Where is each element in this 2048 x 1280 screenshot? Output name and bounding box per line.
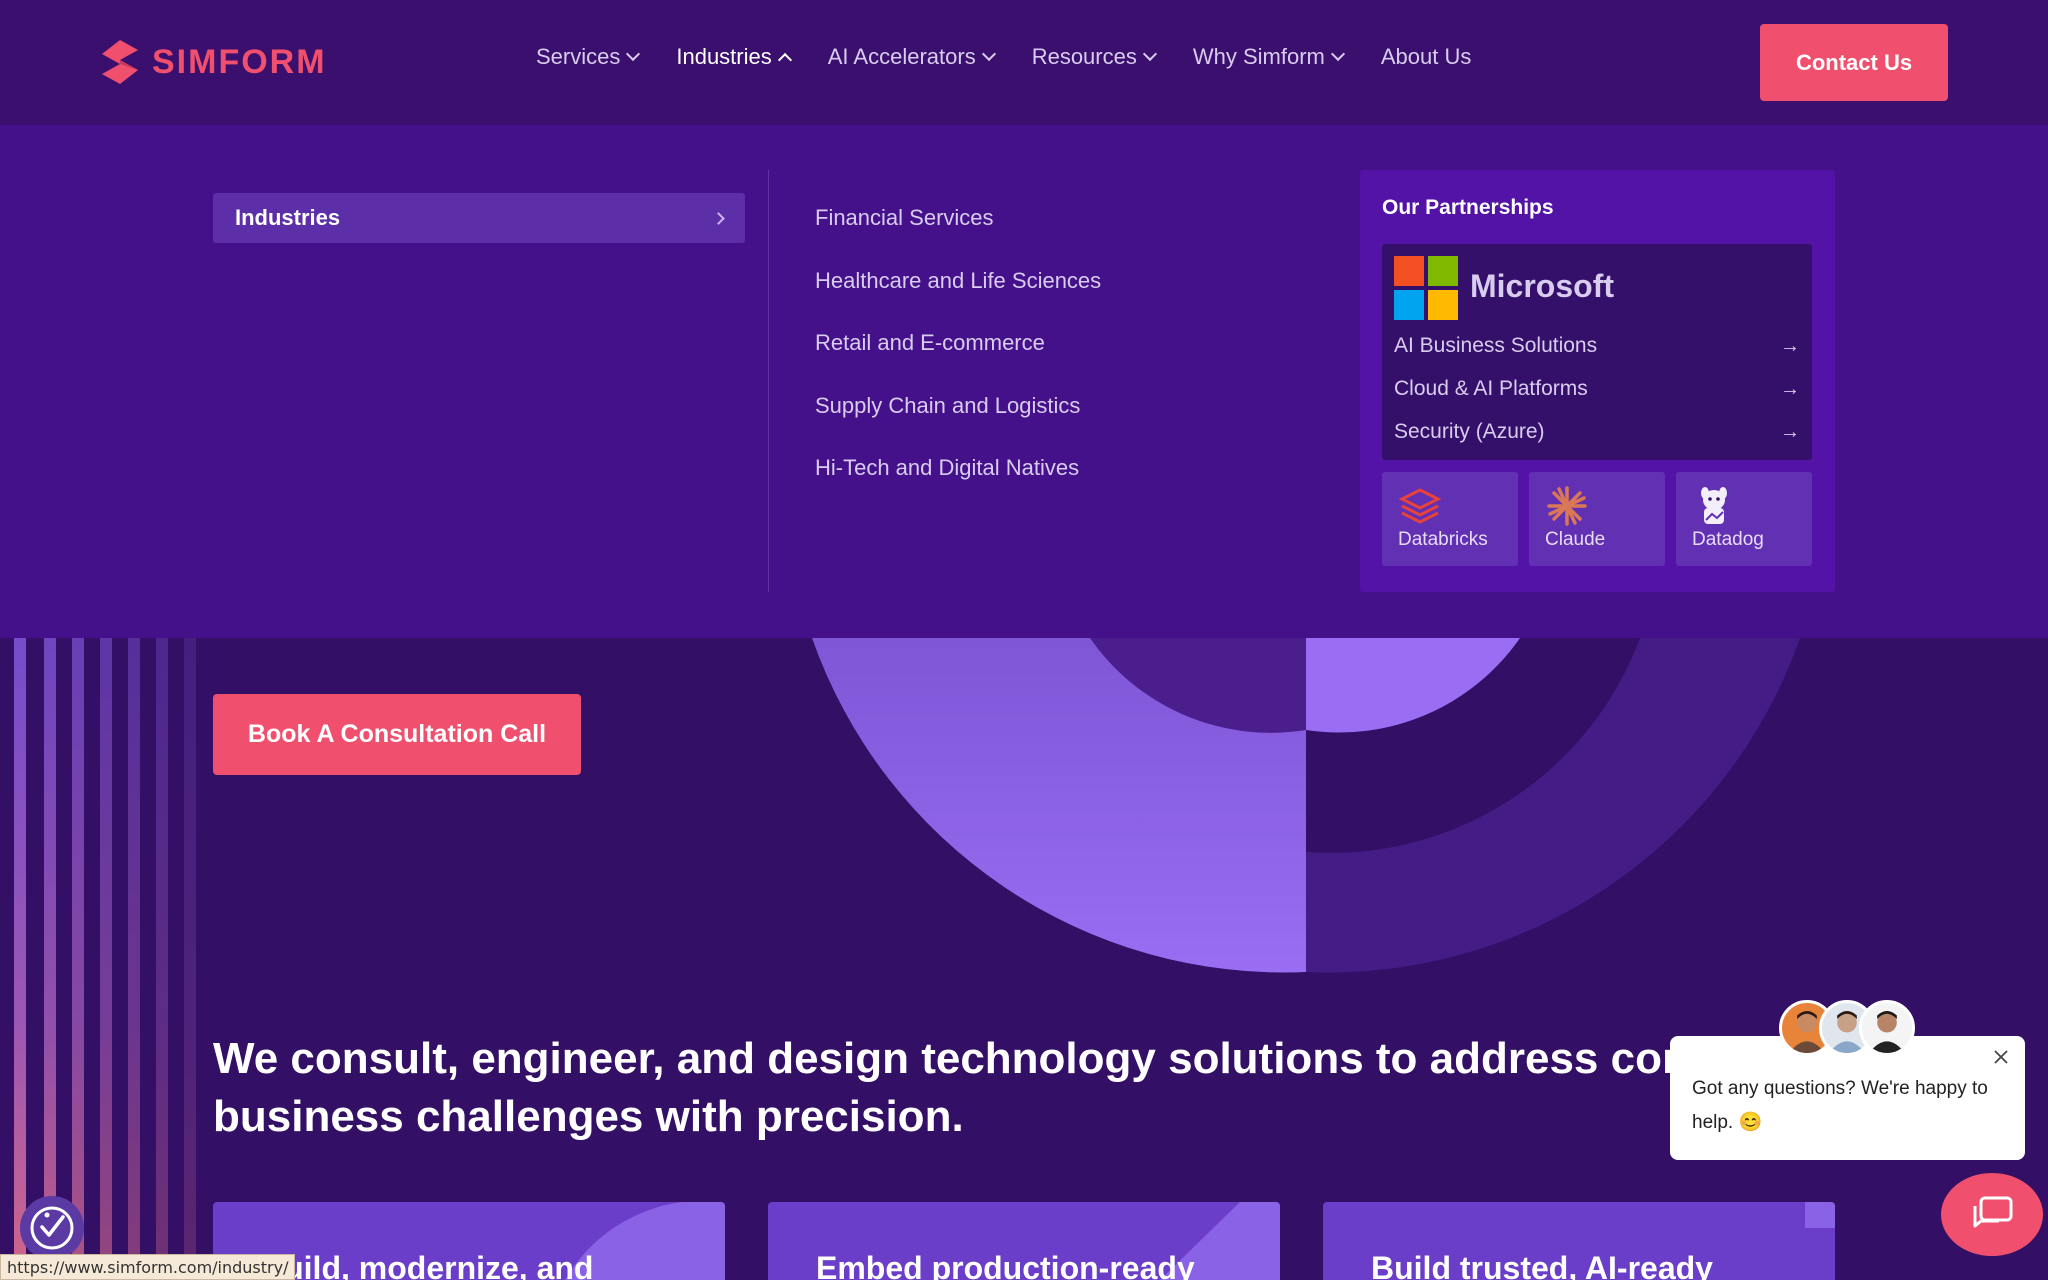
hero-headline-line2: business challenges with precision. xyxy=(213,1092,964,1141)
contact-us-button[interactable]: Contact Us xyxy=(1760,24,1948,101)
mega-menu-industries-item[interactable]: Industries xyxy=(213,193,745,243)
accessibility-button[interactable] xyxy=(20,1196,84,1260)
ms-link-label: AI Business Solutions xyxy=(1394,334,1598,357)
chevron-down-icon xyxy=(1142,46,1157,62)
industry-link[interactable]: Retail and E-commerce xyxy=(815,330,1101,393)
partner-tile-claude[interactable]: Claude xyxy=(1529,472,1665,566)
arrow-right-icon: → xyxy=(1780,334,1800,357)
hero-headline-line1: We consult, engineer, and design technol… xyxy=(213,1034,1670,1083)
industry-link[interactable]: Financial Services xyxy=(815,205,1101,268)
partner-tile-label: Datadog xyxy=(1692,529,1764,550)
nav-resources[interactable]: Resources xyxy=(1031,44,1157,70)
partner-tile-label: Claude xyxy=(1545,529,1606,550)
service-card[interactable]: Build trusted, AI-ready xyxy=(1323,1202,1835,1280)
avatar xyxy=(1859,1000,1915,1056)
chevron-right-icon xyxy=(712,211,725,225)
nav-services-label: Services xyxy=(536,44,621,69)
nav-services[interactable]: Services xyxy=(536,44,641,70)
partner-tile-databricks[interactable]: Databricks xyxy=(1382,472,1518,566)
chat-launcher-button[interactable] xyxy=(1941,1173,2043,1256)
nav-why-simform[interactable]: Why Simform xyxy=(1192,44,1345,70)
status-bar-url: https://www.simform.com/industry/ xyxy=(0,1254,296,1280)
chevron-down-icon xyxy=(981,46,996,62)
industry-link[interactable]: Healthcare and Life Sciences xyxy=(815,268,1101,331)
industry-link[interactable]: Supply Chain and Logistics xyxy=(815,393,1101,456)
card-title: Build trusted, AI-ready xyxy=(1371,1250,1713,1280)
close-icon[interactable] xyxy=(1992,1048,2010,1066)
microsoft-partner-box: Microsoft AI Business Solutions → Cloud … xyxy=(1382,244,1812,460)
datadog-icon xyxy=(1701,487,1727,524)
partnerships-title: Our Partnerships xyxy=(1382,196,1554,219)
simform-logo[interactable]: SIMFORM xyxy=(98,38,327,86)
microsoft-logo-icon xyxy=(1394,256,1458,320)
microsoft-name: Microsoft xyxy=(1470,268,1614,304)
mega-menu-industries-label: Industries xyxy=(235,205,341,230)
card-decoration xyxy=(1805,1202,1835,1228)
chat-message: Got any questions? We're happy to help. … xyxy=(1692,1078,1988,1133)
accessibility-icon xyxy=(30,1206,74,1250)
nav-industries[interactable]: Industries xyxy=(676,44,792,70)
industries-list: Financial Services Healthcare and Life S… xyxy=(815,205,1101,518)
nav-industries-label: Industries xyxy=(676,44,772,69)
simform-logo-text: SIMFORM xyxy=(152,42,327,81)
ms-link-cloud-ai-platforms[interactable]: Cloud & AI Platforms → xyxy=(1394,377,1800,401)
ms-link-security-azure[interactable]: Security (Azure) → xyxy=(1394,420,1800,444)
card-title: Build, modernize, and xyxy=(261,1250,594,1280)
partner-tile-datadog[interactable]: Datadog xyxy=(1676,472,1812,566)
ms-link-label: Security (Azure) xyxy=(1394,420,1545,443)
nav-why-simform-label: Why Simform xyxy=(1192,44,1325,69)
chat-bubble-icon xyxy=(1973,1196,2013,1227)
chevron-up-icon xyxy=(777,52,792,68)
databricks-icon xyxy=(1398,488,1442,524)
industries-mega-menu: Industries Financial Services Healthcare… xyxy=(0,125,2048,638)
industry-link[interactable]: Hi-Tech and Digital Natives xyxy=(815,455,1101,518)
claude-icon xyxy=(1547,486,1587,526)
nav-ai-accelerators-label: AI Accelerators xyxy=(827,44,976,69)
arrow-right-icon: → xyxy=(1780,420,1800,443)
nav-about-us-label: About Us xyxy=(1380,44,1472,69)
nav-ai-accelerators[interactable]: AI Accelerators xyxy=(827,44,996,70)
chevron-down-icon xyxy=(1330,46,1345,62)
hero-headline: We consult, engineer, and design technol… xyxy=(213,1030,1670,1146)
site-header: SIMFORM Services Industries AI Accelerat… xyxy=(0,0,2048,125)
card-title: Embed production-ready xyxy=(816,1250,1195,1280)
nav-resources-label: Resources xyxy=(1031,44,1137,69)
ms-link-ai-business-solutions[interactable]: AI Business Solutions → xyxy=(1394,334,1800,358)
nav-about-us[interactable]: About Us xyxy=(1381,44,1472,70)
chat-agent-avatars xyxy=(1779,1000,1915,1056)
service-card[interactable]: Embed production-ready xyxy=(768,1202,1280,1280)
partnerships-panel: Our Partnerships Microsoft AI Business S… xyxy=(1360,170,1835,592)
ms-link-label: Cloud & AI Platforms xyxy=(1394,377,1588,400)
arrow-right-icon: → xyxy=(1780,377,1800,400)
main-nav: Services Industries AI Accelerators Reso… xyxy=(536,44,1509,70)
chevron-down-icon xyxy=(626,46,641,62)
partner-tile-label: Databricks xyxy=(1398,529,1488,550)
mega-menu-divider xyxy=(768,170,769,592)
simform-logo-icon xyxy=(102,40,138,84)
